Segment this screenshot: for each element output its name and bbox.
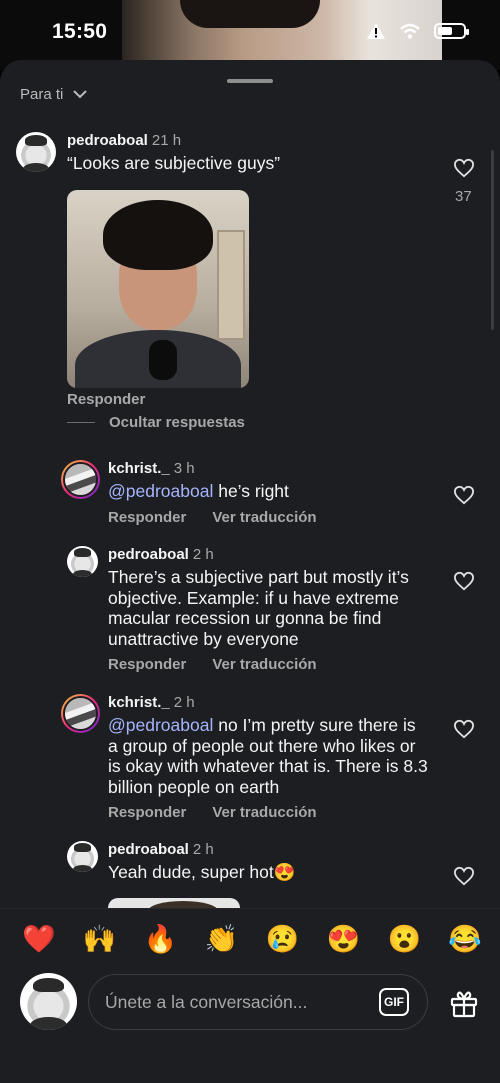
comment-video-thumbnail[interactable] [67,190,249,388]
status-icons [366,22,469,40]
emoji-crying[interactable]: 😢 [266,923,300,955]
translate-button[interactable]: Ver traducción [212,509,316,526]
wifi-icon [400,23,420,39]
comment-text: he’s right [213,481,289,501]
heart-icon[interactable] [453,485,475,505]
heart-icon[interactable] [453,719,475,739]
like-count: 37 [455,188,472,205]
reply-item: pedroaboal 2 h There’s a subjective part … [67,546,427,673]
hide-replies-label: Ocultar respuestas [109,414,245,431]
reply-button[interactable]: Responder [108,509,186,526]
avatar[interactable] [16,132,56,172]
battery-icon [434,23,469,39]
heart-icon[interactable] [453,158,475,178]
heart-icon[interactable] [453,866,475,886]
status-time: 15:50 [52,20,108,43]
emoji-fire[interactable]: 🔥 [144,923,178,955]
avatar[interactable] [61,460,100,499]
gift-icon[interactable] [448,987,480,1019]
reply-item: kchrist._ 2 h @pedroaboal no I’m pretty s… [61,694,441,821]
comment-time: 2 h [192,546,214,563]
warning-icon [367,23,385,39]
emoji-reaction-bar: ❤️ 🙌 🔥 👏 😢 😍 😮 😂 [22,923,482,955]
comment-username[interactable]: pedroaboal [108,841,189,858]
sort-dropdown[interactable]: Para ti [20,86,88,103]
emoji-heart[interactable]: ❤️ [22,923,56,955]
reply-item: pedroaboal 2 h Yeah dude, super hot😍 [67,841,427,883]
mention-link[interactable]: @pedroaboal [108,481,213,501]
current-user-avatar [20,973,77,1030]
comment-time: 3 h [173,460,195,477]
translate-button[interactable]: Ver traducción [212,656,316,673]
comment-input-placeholder: Únete a la conversación... [105,992,308,1012]
comment-username[interactable]: kchrist._ [108,694,170,711]
reply-button[interactable]: Responder [67,391,145,408]
emoji-heart-eyes[interactable]: 😍 [327,923,361,955]
emoji-surprised[interactable]: 😮 [387,923,421,955]
translate-button[interactable]: Ver traducción [212,804,316,821]
comments-sheet: Para ti pedroaboal 21 h “Looks are subjec… [0,60,500,1083]
emoji-raised-hands[interactable]: 🙌 [83,923,117,955]
heart-icon[interactable] [453,571,475,591]
comment-time: 21 h [151,132,182,149]
comment-text: There’s a subjective part but mostly it’… [108,567,409,649]
comment-input[interactable]: Únete a la conversación... GIF [88,974,428,1030]
chevron-down-icon [73,90,88,99]
gif-button[interactable]: GIF [379,988,409,1016]
emoji-laughing[interactable]: 😂 [448,923,482,955]
avatar[interactable] [61,694,100,733]
comment-text: Yeah dude, super hot😍 [108,862,296,882]
composer-bar: ❤️ 🙌 🔥 👏 😢 😍 😮 😂 Únete a la conversación… [0,908,500,1083]
avatar[interactable] [67,546,98,577]
comment-username[interactable]: pedroaboal [108,546,189,563]
avatar[interactable] [67,841,98,872]
scrollbar[interactable] [491,150,494,330]
comment-time: 2 h [192,841,214,858]
reply-button[interactable]: Responder [108,656,186,673]
comment-username[interactable]: pedroaboal [67,132,148,149]
comment-text: “Looks are subjective guys” [67,153,281,173]
reply-item: kchrist._ 3 h @pedroaboal he’s right Resp… [61,460,441,526]
comment-username[interactable]: kchrist._ [108,460,170,477]
comment-time: 2 h [173,694,195,711]
emoji-clap[interactable]: 👏 [205,923,239,955]
hide-replies-button[interactable]: Ocultar respuestas [67,414,245,431]
reply-button[interactable]: Responder [108,804,186,821]
mention-link[interactable]: @pedroaboal [108,715,213,735]
sheet-handle[interactable] [227,79,273,83]
comment-item: pedroaboal 21 h “Looks are subjective guy… [16,132,280,174]
sort-label: Para ti [20,86,64,103]
